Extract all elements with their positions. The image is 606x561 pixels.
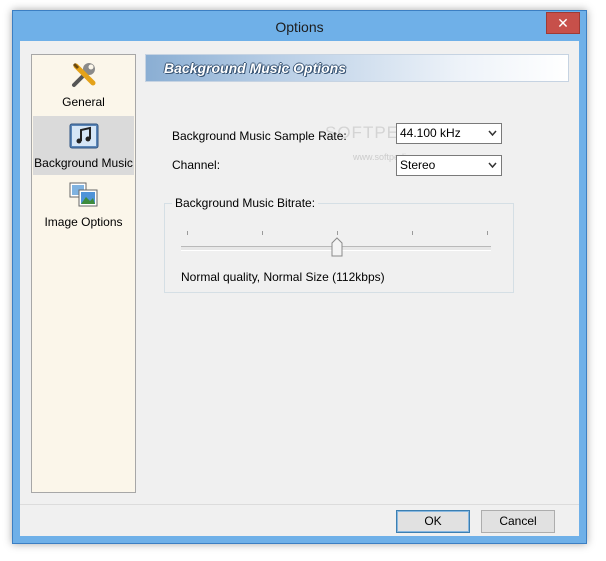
slider-tick	[337, 231, 338, 235]
image-gallery-icon	[69, 182, 98, 207]
close-button[interactable]: ✕	[546, 12, 580, 34]
slider-tick	[487, 231, 488, 235]
sidebar: General Background Music Image Options	[31, 54, 136, 493]
title-bar[interactable]: Options ✕	[13, 11, 586, 41]
cancel-button[interactable]: Cancel	[481, 510, 555, 533]
sidebar-item-label: General	[62, 95, 105, 109]
tools-icon	[72, 62, 96, 87]
bitrate-group-label: Background Music Bitrate:	[172, 196, 319, 210]
sidebar-item-label: Image Options	[44, 215, 123, 229]
channel-label: Channel:	[172, 158, 221, 172]
slider-tick	[187, 231, 188, 235]
slider-tick	[412, 231, 413, 235]
bitrate-slider-thumb[interactable]	[331, 237, 343, 257]
chevron-down-icon	[488, 162, 497, 169]
panel-header: Background Music Options	[145, 54, 569, 82]
sample-rate-value: 44.100 kHz	[400, 126, 461, 140]
dialog-client-area: General Background Music Image Options B…	[20, 41, 579, 536]
panel-title: Background Music Options	[164, 60, 347, 76]
ok-button[interactable]: OK	[396, 510, 470, 533]
channel-value: Stereo	[400, 158, 436, 172]
channel-select[interactable]: Stereo	[396, 155, 502, 176]
sidebar-item-label: Background Music	[34, 156, 133, 170]
divider	[20, 504, 579, 505]
sample-rate-select[interactable]: 44.100 kHz	[396, 123, 502, 144]
sidebar-item-general[interactable]: General	[33, 55, 134, 114]
music-note-icon	[69, 123, 99, 149]
sidebar-item-image-options[interactable]: Image Options	[33, 175, 134, 234]
sample-rate-label: Background Music Sample Rate:	[172, 129, 347, 143]
slider-tick	[262, 231, 263, 235]
window-title: Options	[275, 19, 324, 35]
chevron-down-icon	[488, 130, 497, 137]
bitrate-status-text: Normal quality, Normal Size (112kbps)	[181, 270, 385, 284]
sidebar-item-background-music[interactable]: Background Music	[33, 116, 134, 175]
options-window: Options ✕ General Background Music Image…	[12, 10, 587, 544]
